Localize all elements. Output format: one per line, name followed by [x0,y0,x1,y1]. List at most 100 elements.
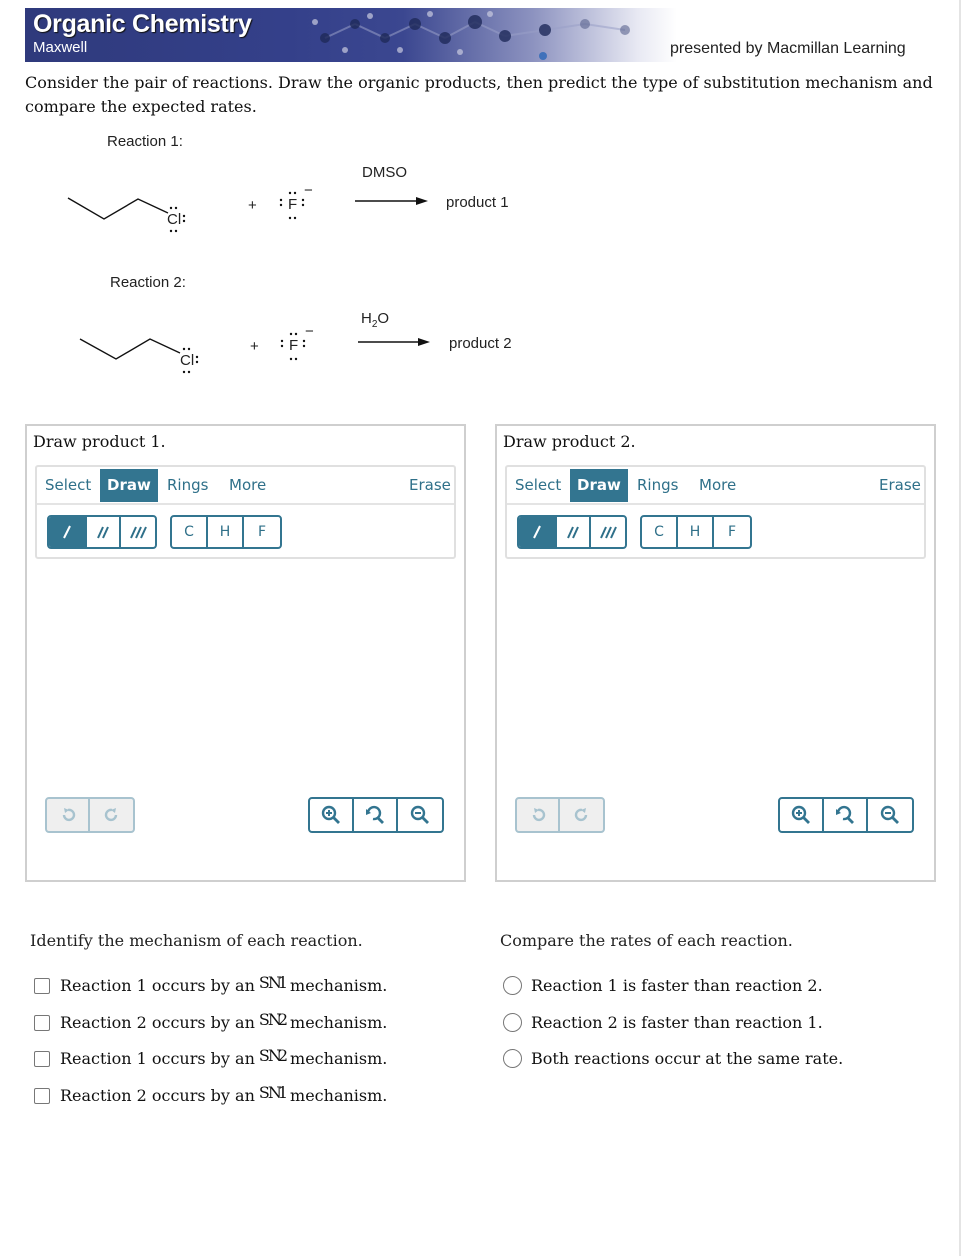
triple-bond-icon [600,526,617,539]
radio-button[interactable] [503,976,522,995]
fluorine-atom: F [288,196,297,213]
tab-select[interactable]: Select [508,469,568,502]
erase-button[interactable]: Erase [872,469,928,502]
atom-c-button[interactable]: C [642,517,678,547]
triple-bond-icon [130,526,147,539]
triple-bond-button[interactable] [591,517,625,547]
mechanism-option[interactable]: Reaction 2 occurs by an SN2 mechanism. [34,1010,387,1032]
fluoride-nucleophile: F − [280,323,314,361]
tab-more[interactable]: More [222,469,273,502]
draw-panel-product-2: Draw product 2. Select Draw Rings More E… [495,424,936,882]
drawing-toolbar: Select Draw Rings More Erase C H F [505,465,926,559]
tab-draw[interactable]: Draw [570,469,628,502]
atom-tools: C H F [170,515,282,549]
draw-panel-product-1: Draw product 1. Select Draw Rings More E… [25,424,466,882]
fluoride-nucleophile: F − [279,182,313,220]
zoom-in-button[interactable] [310,799,354,831]
fluorine-atom: F [289,337,298,354]
sn-notation: SN2 [258,1010,288,1029]
drawing-canvas[interactable] [35,566,456,791]
checkbox[interactable] [34,1087,50,1104]
zoom-out-button[interactable] [868,799,912,831]
reaction-2-arrow [358,338,430,346]
checkbox[interactable] [34,977,50,994]
tab-select[interactable]: Select [38,469,98,502]
rate-option[interactable]: Reaction 2 is faster than reaction 1. [503,1013,823,1032]
reaction-1-solvent: DMSO [362,164,407,181]
negative-charge: − [305,323,314,340]
tab-rings[interactable]: Rings [160,469,215,502]
double-bond-button[interactable] [557,517,591,547]
undo-button[interactable] [47,799,90,831]
zoom-reset-button[interactable] [354,799,398,831]
redo-icon [104,808,117,822]
sn-notation: SN1 [258,1083,288,1102]
sn-notation: SN2 [258,1046,288,1065]
rate-option[interactable]: Reaction 1 is faster than reaction 2. [503,976,823,995]
reaction-2-substrate: Cl [79,338,199,374]
zoom-reset-icon [366,805,384,824]
product-2-label: product 2 [449,335,512,352]
rates-prompt: Compare the rates of each reaction. [500,931,793,950]
atom-h-button[interactable]: H [678,517,714,547]
tab-more[interactable]: More [692,469,743,502]
triple-bond-button[interactable] [121,517,155,547]
redo-button[interactable] [560,799,603,831]
undo-button[interactable] [517,799,560,831]
undo-redo-group [45,797,135,833]
double-bond-button[interactable] [87,517,121,547]
undo-icon [62,808,75,822]
radio-button[interactable] [503,1013,522,1032]
reaction-scheme: Cl + F − DMSO product 1 Cl + F − H2O pro… [67,164,512,374]
single-bond-button[interactable] [519,517,557,547]
mechanism-prompt: Identify the mechanism of each reaction. [30,931,363,950]
zoom-in-button[interactable] [780,799,824,831]
bond-tools [47,515,157,549]
toolbar-tabs: Select Draw Rings More Erase [37,467,454,505]
reaction-1-arrow [355,197,428,205]
radio-button[interactable] [503,1049,522,1068]
zoom-in-icon [321,805,340,824]
negative-charge: − [304,182,313,199]
atom-c-button[interactable]: C [172,517,208,547]
mechanism-option[interactable]: Reaction 1 occurs by an SN2 mechanism. [34,1046,387,1068]
zoom-controls [308,797,444,833]
atom-f-button[interactable]: F [714,517,750,547]
rate-option[interactable]: Both reactions occur at the same rate. [503,1049,843,1068]
checkbox[interactable] [34,1050,50,1067]
single-bond-icon [63,525,71,539]
plus-sign: + [248,197,257,214]
double-bond-icon [97,526,109,539]
undo-icon [532,808,545,822]
mechanism-option[interactable]: Reaction 2 occurs by an SN1 mechanism. [34,1083,387,1105]
chlorine-atom: Cl [180,352,194,369]
product-1-label: product 1 [446,194,509,211]
drawing-canvas[interactable] [505,566,926,791]
checkbox[interactable] [34,1014,50,1031]
chlorine-atom: Cl [167,211,181,228]
mechanism-option[interactable]: Reaction 1 occurs by an SN1 mechanism. [34,973,387,995]
double-bond-icon [567,526,579,539]
tab-draw[interactable]: Draw [100,469,158,502]
panel-title: Draw product 2. [503,432,636,451]
zoom-out-button[interactable] [398,799,442,831]
toolbar-tabs: Select Draw Rings More Erase [507,467,924,505]
single-bond-icon [533,525,541,539]
plus-sign: + [250,338,259,355]
panel-title: Draw product 1. [33,432,166,451]
redo-icon [574,808,587,822]
sn-notation: SN1 [258,973,288,992]
zoom-reset-icon [836,805,854,824]
atom-h-button[interactable]: H [208,517,244,547]
zoom-out-icon [880,805,899,824]
erase-button[interactable]: Erase [402,469,458,502]
undo-redo-group [515,797,605,833]
zoom-reset-button[interactable] [824,799,868,831]
redo-button[interactable] [90,799,133,831]
drawing-toolbar: Select Draw Rings More Erase C H F [35,465,456,559]
reaction-2-solvent: H2O [361,310,389,330]
single-bond-button[interactable] [49,517,87,547]
atom-f-button[interactable]: F [244,517,280,547]
zoom-controls [778,797,914,833]
tab-rings[interactable]: Rings [630,469,685,502]
